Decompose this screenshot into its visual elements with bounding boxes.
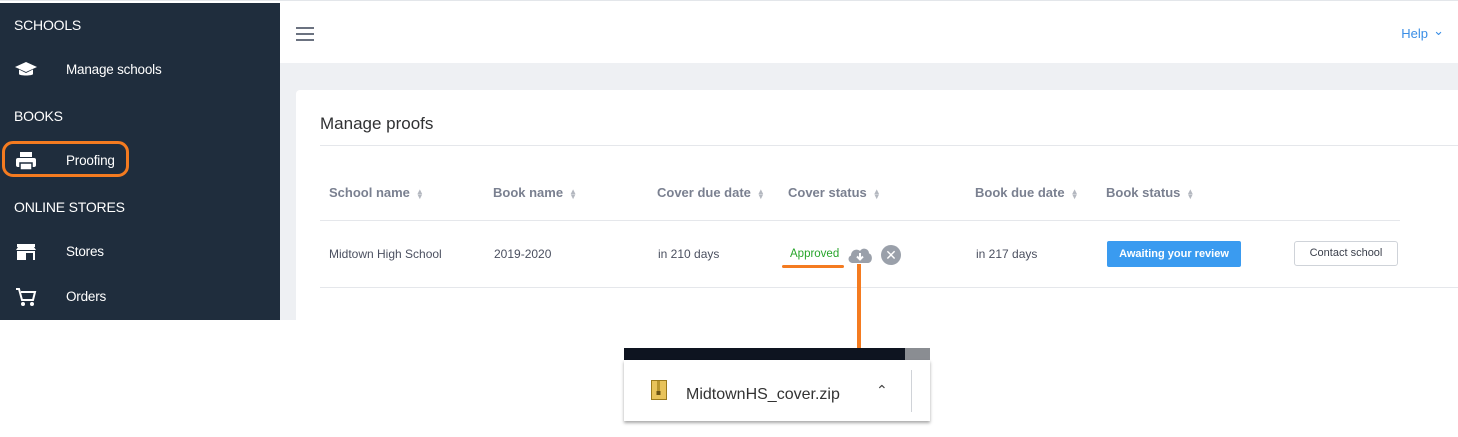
download-bar: MidtownHS_cover.zip ⌃: [624, 360, 930, 421]
sort-icon: ▲ ▼: [569, 186, 577, 201]
sidebar-section-books: BOOKS: [14, 108, 63, 124]
cart-icon: [16, 288, 37, 306]
status-badge-approved: Approved: [790, 248, 840, 260]
top-bar: Help ⌄: [280, 3, 1458, 63]
cell-cover-due-date: in 210 days: [658, 247, 720, 261]
cloud-download-icon[interactable]: [846, 245, 874, 265]
cell-book-name: 2019-2020: [494, 247, 552, 261]
download-bar-strip: [624, 348, 930, 360]
contact-school-button[interactable]: Contact school: [1294, 241, 1398, 266]
sidebar-section-online-stores: ONLINE STORES: [14, 199, 125, 215]
awaiting-review-button[interactable]: Awaiting your review: [1107, 241, 1241, 267]
sidebar: SCHOOLS Manage schools BOOKS Proofing ON…: [0, 3, 280, 320]
help-menu[interactable]: Help: [1401, 26, 1428, 41]
divider: [911, 370, 912, 412]
sidebar-item-stores[interactable]: Stores: [0, 232, 280, 272]
divider: [320, 287, 1458, 288]
download-file-name[interactable]: MidtownHS_cover.zip: [686, 386, 840, 404]
sort-icon: ▲ ▼: [1186, 186, 1195, 201]
sidebar-item-label: Orders: [66, 289, 107, 304]
sidebar-item-orders[interactable]: Orders: [0, 277, 280, 317]
cell-school-name: Midtown High School: [329, 247, 442, 261]
column-header-school-name[interactable]: School name ▲ ▼: [329, 185, 424, 200]
sort-icon: ▲ ▼: [756, 186, 765, 201]
store-icon: [16, 244, 36, 260]
chevron-up-icon[interactable]: ⌃: [876, 382, 888, 399]
column-header-cover-due-date[interactable]: Cover due date ▲ ▼: [657, 185, 765, 200]
zip-file-icon[interactable]: [651, 380, 667, 400]
proofing-highlight-ring: [2, 141, 129, 177]
sidebar-item-label: Stores: [66, 244, 104, 259]
column-header-book-due-date[interactable]: Book due date ▲ ▼: [975, 185, 1079, 200]
sort-icon: ▲ ▼: [872, 186, 881, 201]
cell-book-due-date: in 217 days: [976, 247, 1038, 261]
graduation-cap-icon: [15, 62, 37, 76]
chevron-down-icon[interactable]: ⌄: [1433, 23, 1444, 39]
sidebar-item-label: Manage schools: [66, 62, 162, 77]
column-header-cover-status[interactable]: Cover status ▲ ▼: [788, 185, 881, 200]
sort-icon: ▲ ▼: [415, 186, 424, 201]
sort-icon: ▲ ▼: [1070, 186, 1079, 201]
divider: [320, 145, 1458, 146]
column-header-book-status[interactable]: Book status ▲ ▼: [1106, 185, 1194, 200]
sidebar-item-manage-schools[interactable]: Manage schools: [0, 50, 280, 90]
manage-proofs-card: Manage proofs School name ▲ ▼ Book name ▲ ▼ …: [296, 90, 1458, 320]
sidebar-section-schools: SCHOOLS: [14, 17, 82, 33]
approved-underline-annotation: [782, 265, 844, 268]
remove-icon[interactable]: ✕: [881, 245, 901, 265]
divider: [320, 220, 1400, 221]
annotation-arrow-line: [857, 264, 861, 360]
hamburger-icon[interactable]: [296, 27, 314, 41]
page-title: Manage proofs: [320, 114, 434, 133]
scrollbar[interactable]: [905, 348, 930, 360]
column-header-book-name[interactable]: Book name ▲ ▼: [493, 185, 577, 200]
